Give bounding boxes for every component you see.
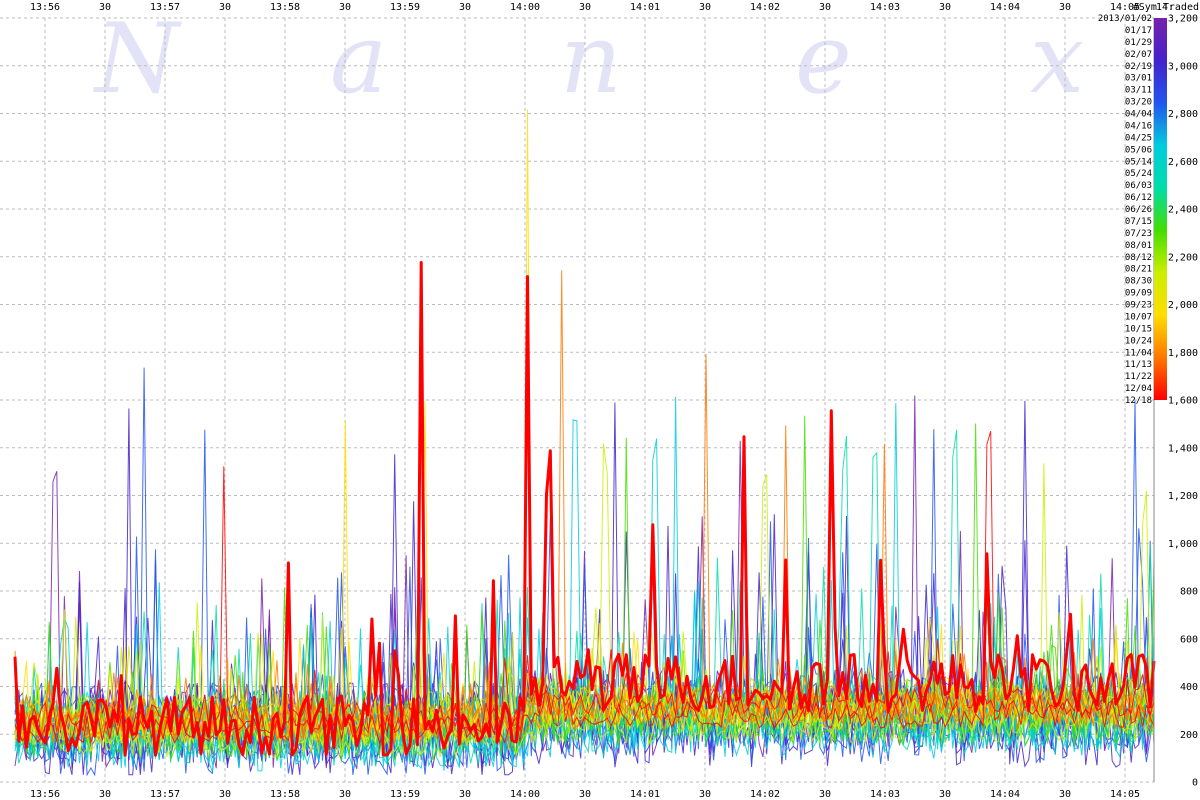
x-tick-label-top: 30 [579, 2, 591, 13]
legend-date-label: 07/23 [1125, 229, 1152, 239]
x-tick-label-bottom: 13:57 [150, 789, 180, 800]
legend-color-bar [1154, 18, 1167, 400]
x-tick-label-bottom: 30 [819, 789, 831, 800]
legend-date-label: 07/15 [1125, 217, 1152, 227]
legend-date-label: 03/01 [1125, 74, 1152, 84]
y-tick-label: 200 [1180, 730, 1198, 741]
y-tick-label: 400 [1180, 682, 1198, 693]
legend-date-label: 06/26 [1125, 205, 1152, 215]
x-tick-label-top: 30 [939, 2, 951, 13]
x-tick-label-top: 14:01 [630, 2, 660, 13]
x-tick-label-top: 30 [1059, 2, 1071, 13]
x-tick-label-bottom: 30 [939, 789, 951, 800]
legend-date-label: 08/12 [1125, 253, 1152, 263]
y-tick-label: 1,200 [1168, 491, 1198, 502]
legend-date-label: 10/07 [1125, 312, 1152, 322]
y-axis-label: #Sym Traded [1133, 2, 1199, 13]
volume-chart: Na n e x 13:56 30 13:57 30 13:58 30 13:59 30 14:00 3… [0, 0, 1200, 800]
x-tick-label-top: 14:00 [510, 2, 540, 13]
x-tick-label-bottom: 30 [459, 789, 471, 800]
watermark-letter: N [93, 3, 182, 115]
legend-date-label: 06/12 [1125, 193, 1152, 203]
legend-date-label: 01/29 [1125, 38, 1152, 48]
x-tick-label-top: 30 [819, 2, 831, 13]
legend-date-label: 05/24 [1125, 169, 1152, 179]
x-tick-label-top: 13:57 [150, 2, 180, 13]
legend-date-label: 02/07 [1125, 50, 1152, 60]
y-tick-label: 800 [1180, 587, 1198, 598]
legend-date-label: 09/09 [1125, 289, 1152, 299]
legend-date-label: 03/20 [1125, 98, 1152, 108]
legend-date-label: 02/19 [1125, 62, 1152, 72]
legend-date-label: 01/17 [1125, 26, 1152, 36]
y-tick-label: 3,200 [1168, 14, 1198, 25]
x-tick-label-top: 30 [339, 2, 351, 13]
watermark-letter: a [330, 3, 387, 115]
x-tick-label-top: 30 [699, 2, 711, 13]
y-tick-label: 1,400 [1168, 443, 1198, 454]
y-tick-label: 2,600 [1168, 157, 1198, 168]
y-tick-label: 0 [1192, 778, 1198, 789]
y-tick-label: 2,000 [1168, 300, 1198, 311]
legend-date-label: 09/23 [1125, 301, 1152, 311]
x-tick-label-top: 14:04 [990, 2, 1020, 13]
x-tick-label-bottom: 14:05 [1110, 789, 1140, 800]
legend-date-label: 11/04 [1125, 348, 1152, 358]
legend-date-label: 03/11 [1125, 86, 1152, 96]
x-tick-label-bottom: 30 [579, 789, 591, 800]
legend-date-label: 12/18 [1125, 396, 1152, 406]
x-tick-label-bottom: 14:01 [630, 789, 660, 800]
legend-date-label: 05/06 [1125, 145, 1152, 155]
x-tick-label-top: 30 [459, 2, 471, 13]
legend-date-label: 10/15 [1125, 324, 1152, 334]
legend-date-label: 11/22 [1125, 372, 1152, 382]
y-tick-label: 2,800 [1168, 109, 1198, 120]
legend-date-label: 11/13 [1125, 360, 1152, 370]
legend-date-label: 04/25 [1125, 133, 1152, 143]
y-tick-label: 1,600 [1168, 396, 1198, 407]
x-tick-label-top: 30 [99, 2, 111, 13]
legend-date-label: 10/24 [1125, 336, 1152, 346]
x-tick-label-top: 13:59 [390, 2, 420, 13]
x-tick-label-bottom: 13:56 [30, 789, 60, 800]
y-tick-label: 1,000 [1168, 539, 1198, 550]
x-tick-label-top: 14:02 [750, 2, 780, 13]
watermark-letter: n [560, 3, 622, 115]
x-tick-label-bottom: 13:58 [270, 789, 300, 800]
x-tick-label-bottom: 30 [699, 789, 711, 800]
x-tick-label-top: 14:03 [870, 2, 900, 13]
x-tick-label-bottom: 14:03 [870, 789, 900, 800]
x-tick-label-top: 13:58 [270, 2, 300, 13]
x-tick-label-bottom: 14:02 [750, 789, 780, 800]
y-tick-label: 2,200 [1168, 252, 1198, 263]
legend-date-label: 2013/01/02 [1098, 14, 1152, 24]
legend-date-label: 08/30 [1125, 277, 1152, 287]
x-tick-label-top: 13:56 [30, 2, 60, 13]
watermark-letter: e [795, 3, 852, 115]
x-tick-label-bottom: 14:04 [990, 789, 1020, 800]
legend-date-label: 05/14 [1125, 157, 1152, 167]
x-tick-label-top: 30 [219, 2, 231, 13]
y-tick-label: 2,400 [1168, 205, 1198, 216]
y-tick-label: 1,800 [1168, 348, 1198, 359]
x-tick-label-bottom: 30 [219, 789, 231, 800]
legend-date-label: 12/04 [1125, 384, 1152, 394]
x-tick-label-bottom: 14:00 [510, 789, 540, 800]
legend-date-label: 04/16 [1125, 121, 1152, 131]
legend-date-label: 08/21 [1125, 265, 1152, 275]
legend-date-label: 06/03 [1125, 181, 1152, 191]
y-tick-label: 3,000 [1168, 61, 1198, 72]
watermark-letter: x [1030, 3, 1084, 115]
legend-date-label: 08/01 [1125, 241, 1152, 251]
x-tick-label-bottom: 30 [1059, 789, 1071, 800]
x-tick-label-bottom: 30 [99, 789, 111, 800]
legend-date-label: 04/04 [1125, 110, 1152, 120]
x-tick-label-bottom: 30 [339, 789, 351, 800]
x-tick-label-bottom: 13:59 [390, 789, 420, 800]
y-tick-label: 600 [1180, 634, 1198, 645]
